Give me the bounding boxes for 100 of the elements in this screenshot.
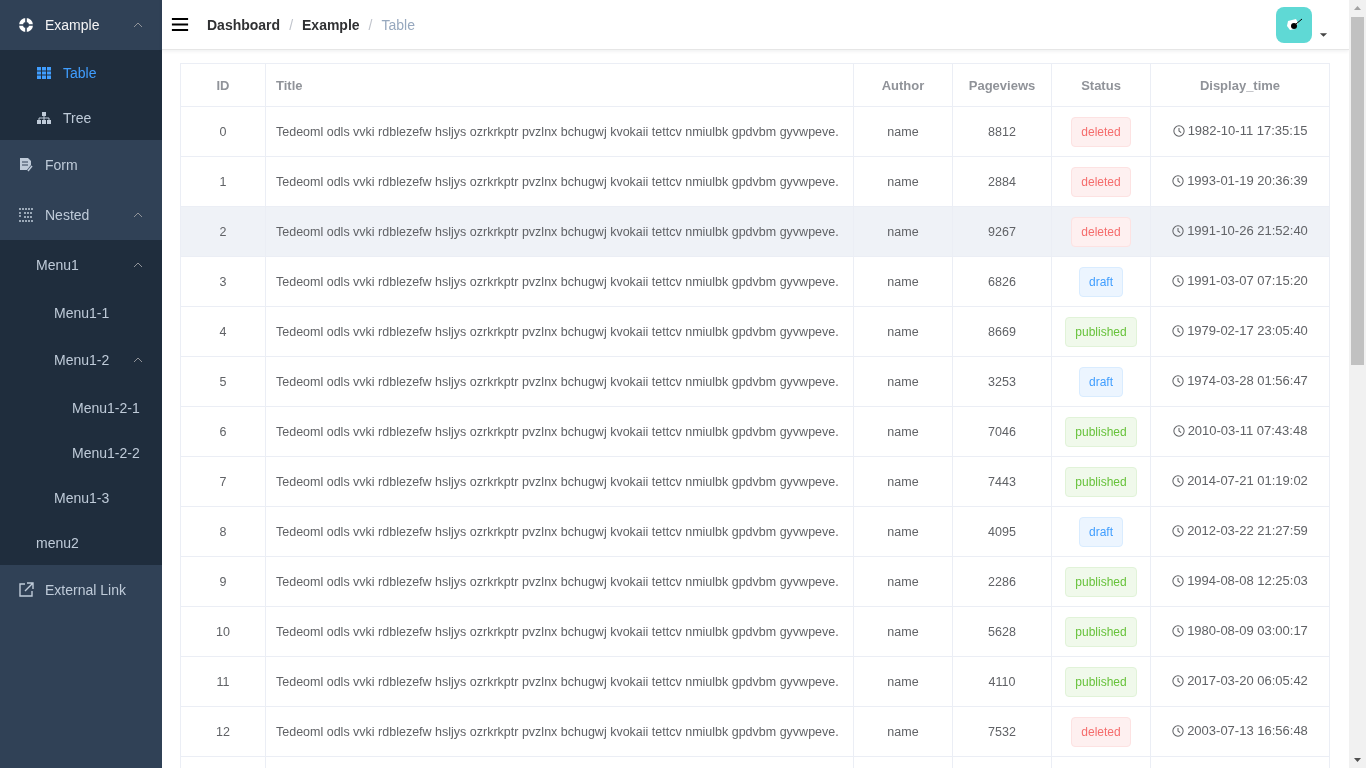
pageviews-cell: 6826 bbox=[988, 274, 1016, 289]
id-cell: 7 bbox=[219, 474, 227, 489]
sidebar-item[interactable]: Menu1 bbox=[0, 240, 162, 290]
pageviews-cell: 7046 bbox=[988, 424, 1016, 439]
author-cell: name bbox=[887, 174, 919, 189]
scrollbar[interactable] bbox=[1349, 0, 1366, 768]
sidebar-item[interactable]: Menu1-2 bbox=[0, 335, 162, 385]
sidebar-item[interactable]: Tree bbox=[0, 95, 162, 140]
title-cell: Tedeoml odls vvki rdblezefw hsljys ozrkrkptr pvzlnx bchugwj kvokaii tettcv nmiulbk gpdvbm gyvwpeve. bbox=[276, 724, 839, 739]
clock-icon bbox=[1172, 174, 1185, 187]
table-row[interactable]: 8 Tedeoml odls vvki rdblezefw hsljys ozrkrkptr pvzlnx bchugwj kvokaii tettcv nmiulbk gpdvbm gyvwpeve. name 4095 draft 2012-03-22 21:27:59 bbox=[180, 506, 1330, 557]
author-cell: name bbox=[887, 624, 919, 639]
status-tag: deleted bbox=[1071, 166, 1131, 197]
pageviews-cell: 7532 bbox=[988, 724, 1016, 739]
column-header: Title bbox=[276, 77, 303, 93]
status-tag: deleted bbox=[1071, 716, 1131, 747]
id-cell: 1 bbox=[219, 174, 227, 189]
id-cell: 10 bbox=[216, 624, 230, 639]
display-time: 2017-03-20 06:05:42 bbox=[1187, 673, 1308, 689]
author-cell: name bbox=[887, 724, 919, 739]
sidebar-item[interactable]: Menu1-1 bbox=[0, 290, 162, 335]
status-tag: published bbox=[1065, 566, 1137, 597]
pageviews-cell: 5628 bbox=[988, 624, 1016, 639]
id-cell: 6 bbox=[219, 424, 227, 439]
author-cell: name bbox=[887, 674, 919, 689]
status-tag: published bbox=[1065, 316, 1137, 347]
pageviews-cell: 2286 bbox=[988, 574, 1016, 589]
column-header: Status bbox=[1081, 77, 1121, 93]
id-cell: 4 bbox=[219, 324, 227, 339]
author-cell: name bbox=[887, 574, 919, 589]
table-row[interactable]: 1 Tedeoml odls vvki rdblezefw hsljys ozrkrkptr pvzlnx bchugwj kvokaii tettcv nmiulbk gpdvbm gyvwpeve. name 2884 deleted 1993-01-19 20:36:39 bbox=[180, 156, 1330, 207]
table-row[interactable]: 4 Tedeoml odls vvki rdblezefw hsljys ozrkrkptr pvzlnx bchugwj kvokaii tettcv nmiulbk gpdvbm gyvwpeve. name 8669 published 1979-02-17 23:05:40 bbox=[180, 306, 1330, 357]
display-time: 1994-08-08 12:25:03 bbox=[1187, 573, 1308, 589]
author-cell: name bbox=[887, 524, 919, 539]
clock-icon bbox=[1172, 724, 1185, 737]
title-cell: Tedeoml odls vvki rdblezefw hsljys ozrkrkptr pvzlnx bchugwj kvokaii tettcv nmiulbk gpdvbm gyvwpeve. bbox=[276, 674, 839, 689]
aperture-icon bbox=[18, 17, 34, 33]
sidebar-item[interactable]: Menu1-3 bbox=[0, 475, 162, 520]
menu-label: Menu1-2 bbox=[54, 352, 111, 368]
table-row[interactable]: 5 Tedeoml odls vvki rdblezefw hsljys ozrkrkptr pvzlnx bchugwj kvokaii tettcv nmiulbk gpdvbm gyvwpeve. name 3253 draft 1974-03-28 01:56:47 bbox=[180, 356, 1330, 407]
table-row[interactable]: 9 Tedeoml odls vvki rdblezefw hsljys ozrkrkptr pvzlnx bchugwj kvokaii tettcv nmiulbk gpdvbm gyvwpeve. name 2286 published 1994-08-08 12:25:03 bbox=[180, 556, 1330, 607]
display-time: 1991-10-26 21:52:40 bbox=[1187, 223, 1308, 239]
table-row[interactable]: 3 Tedeoml odls vvki rdblezefw hsljys ozrkrkptr pvzlnx bchugwj kvokaii tettcv nmiulbk gpdvbm gyvwpeve. name 6826 draft 1991-03-07 07:15:20 bbox=[180, 256, 1330, 307]
author-cell: name bbox=[887, 274, 919, 289]
sidebar-item[interactable]: Menu1-2-1 bbox=[0, 385, 162, 430]
caret-icon[interactable] bbox=[1319, 31, 1328, 38]
table-row[interactable]: 10 Tedeoml odls vvki rdblezefw hsljys ozrkrkptr pvzlnx bchugwj kvokaii tettcv nmiulbk gpdvbm gyvwpeve. name 5628 published 1980-08-09 03:00:17 bbox=[180, 606, 1330, 657]
menu-label: External Link bbox=[45, 582, 127, 598]
clock-icon bbox=[1172, 624, 1185, 637]
breadcrumb-link[interactable]: Example bbox=[302, 16, 360, 33]
title-cell: Tedeoml odls vvki rdblezefw hsljys ozrkrkptr pvzlnx bchugwj kvokaii tettcv nmiulbk gpdvbm gyvwpeve. bbox=[276, 474, 839, 489]
pageviews-cell: 8669 bbox=[988, 324, 1016, 339]
breadcrumb-link[interactable]: Dashboard bbox=[207, 16, 281, 33]
table-icon bbox=[36, 64, 52, 81]
display-time: 1980-08-09 03:00:17 bbox=[1187, 623, 1308, 639]
breadcrumb-separator: / bbox=[289, 16, 293, 33]
status-tag: published bbox=[1065, 466, 1137, 497]
menu-label: Menu1-3 bbox=[54, 489, 111, 506]
display-time: 2003-07-13 16:56:48 bbox=[1187, 723, 1308, 739]
table-row[interactable]: 7 Tedeoml odls vvki rdblezefw hsljys ozrkrkptr pvzlnx bchugwj kvokaii tettcv nmiulbk gpdvbm gyvwpeve. name 7443 published 2014-07-21 01:19:02 bbox=[180, 456, 1330, 507]
status-tag: published bbox=[1065, 666, 1137, 697]
clock-icon bbox=[1172, 224, 1185, 237]
display-time: 2014-07-21 01:19:02 bbox=[1187, 473, 1308, 489]
id-cell: 8 bbox=[219, 524, 227, 539]
table-row[interactable]: 6 Tedeoml odls vvki rdblezefw hsljys ozrkrkptr pvzlnx bchugwj kvokaii tettcv nmiulbk gpdvbm gyvwpeve. name 7046 published 2010-03-11 07:43:48 bbox=[180, 406, 1330, 457]
column-header: Display_time bbox=[1199, 77, 1281, 93]
table-row[interactable]: 0 Tedeoml odls vvki rdblezefw hsljys ozrkrkptr pvzlnx bchugwj kvokaii tettcv nmiulbk gpdvbm gyvwpeve. name 8812 deleted 1982-10-11 17:35:15 bbox=[180, 106, 1330, 157]
scrollbar-thumb[interactable] bbox=[1351, 17, 1364, 365]
clock-icon bbox=[1172, 574, 1185, 587]
menu-label: Menu1-2-1 bbox=[72, 399, 141, 416]
table-row[interactable]: 2 Tedeoml odls vvki rdblezefw hsljys ozrkrkptr pvzlnx bchugwj kvokaii tettcv nmiulbk gpdvbm gyvwpeve. name 9267 deleted 1991-10-26 21:52:40 bbox=[180, 206, 1330, 257]
clock-icon bbox=[1172, 324, 1185, 337]
id-cell: 0 bbox=[219, 124, 227, 139]
menu-icon[interactable] bbox=[171, 17, 189, 32]
pageviews-cell: 8812 bbox=[988, 124, 1016, 139]
pageviews-cell: 9267 bbox=[988, 224, 1016, 239]
title-cell: Tedeoml odls vvki rdblezefw hsljys ozrkrkptr pvzlnx bchugwj kvokaii tettcv nmiulbk gpdvbm gyvwpeve. bbox=[276, 524, 839, 539]
title-cell: Tedeoml odls vvki rdblezefw hsljys ozrkrkptr pvzlnx bchugwj kvokaii tettcv nmiulbk gpdvbm gyvwpeve. bbox=[276, 374, 839, 389]
sidebar-item[interactable]: Menu1-2-2 bbox=[0, 430, 162, 475]
sidebar-item[interactable]: Table bbox=[0, 50, 162, 95]
list-icon bbox=[18, 207, 34, 223]
column-header: Author bbox=[881, 77, 925, 93]
display-time: 1993-01-19 20:36:39 bbox=[1187, 173, 1308, 189]
clock-icon bbox=[1172, 374, 1185, 387]
menu-label: Menu1-2-2 bbox=[72, 444, 141, 461]
menu-label: Menu1-1 bbox=[54, 304, 111, 321]
status-tag: draft bbox=[1079, 366, 1123, 397]
status-tag: deleted bbox=[1071, 216, 1131, 247]
form-icon bbox=[18, 157, 34, 173]
menu-label: Menu1 bbox=[36, 257, 80, 273]
menu-label: Example bbox=[45, 17, 101, 33]
author-cell: name bbox=[887, 124, 919, 139]
table-row[interactable]: 11 Tedeoml odls vvki rdblezefw hsljys ozrkrkptr pvzlnx bchugwj kvokaii tettcv nmiulbk gpdvbm gyvwpeve. name 4110 published 2017-03-20 06:05:42 bbox=[180, 656, 1330, 707]
avatar-icon[interactable] bbox=[1276, 6, 1312, 43]
clock-icon bbox=[1172, 274, 1185, 287]
menu-label: Nested bbox=[45, 207, 91, 223]
display-time: 1974-03-28 01:56:47 bbox=[1187, 373, 1308, 389]
sidebar-item[interactable]: menu2 bbox=[0, 520, 162, 565]
table-row[interactable]: 12 Tedeoml odls vvki rdblezefw hsljys ozrkrkptr pvzlnx bchugwj kvokaii tettcv nmiulbk gpdvbm gyvwpeve. name 7532 deleted 2003-07-13 16:56:48 bbox=[180, 706, 1330, 757]
tree-icon bbox=[36, 109, 52, 126]
